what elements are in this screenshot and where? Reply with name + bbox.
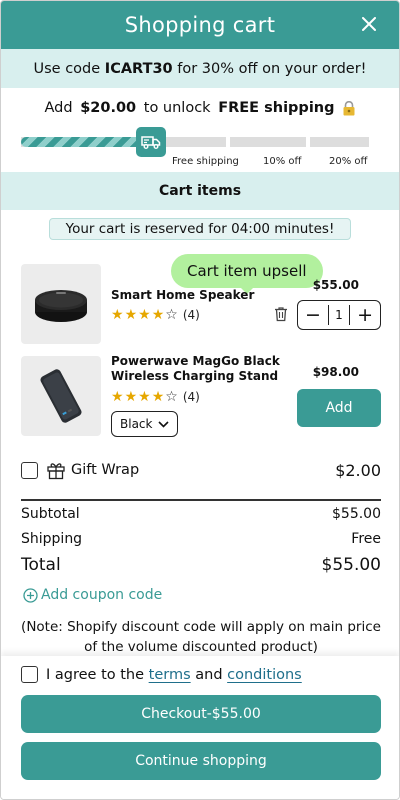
star-icon: ★ (151, 307, 165, 323)
checkout-footer: I agree to the terms and conditions Chec… (1, 656, 399, 799)
discount-note: (Note: Shopify discount code will apply … (21, 619, 381, 655)
close-icon[interactable] (357, 12, 381, 36)
subtotal-row: Subtotal $55.00 (21, 506, 381, 522)
product-image-speaker[interactable] (21, 264, 101, 344)
gift-wrap-price: $2.00 (335, 460, 381, 480)
terms-checkbox[interactable] (21, 666, 38, 683)
upsell-tooltip: Cart item upsell (171, 254, 323, 294)
product-name-line-1: Powerwave MagGo Black (111, 354, 280, 368)
star-icon: ★ (151, 389, 165, 405)
quantity-value[interactable]: 1 (335, 308, 343, 322)
rating-count: (4) (182, 308, 200, 322)
terms-link[interactable]: terms (149, 667, 191, 683)
star-empty-icon: ☆ (165, 307, 178, 323)
gift-wrap-label: Gift Wrap (71, 462, 140, 478)
star-icon: ★ (138, 307, 151, 323)
shipping-label: Shipping (21, 531, 83, 547)
promo-code: ICART30 (104, 60, 173, 77)
progress-fill (21, 137, 150, 147)
promo-suffix: for 30% off on your order! (172, 60, 367, 77)
chevron-down-icon (158, 420, 170, 428)
cart-title: Shopping cart (124, 13, 276, 37)
add-to-cart-button[interactable]: Add (297, 389, 381, 427)
tier-label-10-off: 10% off (263, 156, 302, 167)
truck-icon (136, 127, 166, 157)
upsell-item: Powerwave MagGo Black Wireless Charging … (21, 354, 381, 440)
shipping-prefix: Add (44, 100, 78, 116)
shipping-row: Shipping Free (21, 531, 381, 547)
star-icon: ★ (138, 389, 151, 405)
gift-wrap-option: Gift Wrap $2.00 (21, 457, 381, 483)
total-value: $55.00 (321, 555, 381, 575)
add-coupon-link[interactable]: Add coupon code (23, 587, 162, 603)
shipping-message: Add $20.00 to unlock FREE shipping (1, 97, 399, 119)
continue-shopping-button[interactable]: Continue shopping (21, 742, 381, 780)
summary-divider (21, 499, 381, 501)
terms-agreement: I agree to the terms and conditions (21, 666, 302, 683)
increase-quantity-button[interactable]: + (348, 304, 375, 326)
decrease-quantity-button[interactable]: − (303, 304, 329, 326)
subtotal-label: Subtotal (21, 506, 80, 522)
star-rating: ★ ★ ★ ★ ☆ (4) (111, 308, 200, 322)
product-name-line-2: Wireless Charging Stand (111, 369, 279, 383)
quantity-stepper: − 1 + (297, 300, 381, 330)
cart-items-heading: Cart items (1, 172, 399, 210)
promo-prefix: Use code (33, 60, 105, 77)
progress-track-3 (230, 137, 306, 147)
product-price: $55.00 (312, 278, 359, 292)
total-row: Total $55.00 (21, 555, 381, 575)
rating-count: (4) (182, 390, 200, 404)
shipping-amount: $20.00 (80, 100, 137, 116)
shipping-reward: FREE shipping (218, 100, 335, 116)
plus-circle-icon (23, 587, 38, 603)
variant-value: Black (120, 417, 153, 431)
star-icon: ★ (124, 307, 138, 323)
lock-icon (342, 100, 356, 116)
star-icon: ★ (111, 389, 124, 405)
reward-progress-bar: Free shipping 10% off 20% off (21, 127, 369, 167)
star-icon: ★ (111, 307, 124, 323)
tier-label-free-shipping: Free shipping (172, 156, 239, 167)
star-empty-icon: ☆ (165, 389, 178, 405)
cart-drawer: Shopping cart Use code ICART30 for 30% o… (0, 0, 400, 800)
promo-banner: Use code ICART30 for 30% off on your ord… (1, 49, 399, 88)
tier-label-20-off: 20% off (329, 156, 368, 167)
progress-track-4 (310, 137, 369, 147)
reservation-timer: Your cart is reserved for 04:00 minutes! (49, 218, 351, 240)
trash-icon[interactable] (274, 306, 290, 324)
product-price: $98.00 (312, 365, 359, 379)
conditions-link[interactable]: conditions (227, 667, 302, 683)
product-name[interactable]: Smart Home Speaker (111, 288, 254, 303)
shipping-middle: to unlock (139, 100, 216, 116)
product-name[interactable]: Powerwave MagGo Black Wireless Charging … (111, 354, 280, 384)
shipping-value: Free (351, 531, 381, 547)
agree-prefix: I agree to the (46, 666, 149, 683)
agree-and: and (190, 666, 228, 683)
cart-header: Shopping cart (1, 1, 399, 49)
product-image-charging-stand[interactable] (21, 356, 101, 436)
coupon-label: Add coupon code (41, 587, 163, 603)
star-icon: ★ (124, 389, 138, 405)
subtotal-value: $55.00 (332, 506, 381, 522)
terms-text: I agree to the terms and conditions (46, 667, 302, 683)
variant-select[interactable]: Black (111, 411, 179, 437)
gift-wrap-checkbox[interactable] (21, 461, 38, 479)
total-label: Total (21, 555, 61, 575)
gift-icon (46, 460, 66, 480)
cart-item: Cart item upsell Smart Home Speaker ★ ★ … (21, 254, 381, 346)
star-rating: ★ ★ ★ ★ ☆ (4) (111, 390, 200, 404)
checkout-button[interactable]: Checkout-$55.00 (21, 695, 381, 733)
